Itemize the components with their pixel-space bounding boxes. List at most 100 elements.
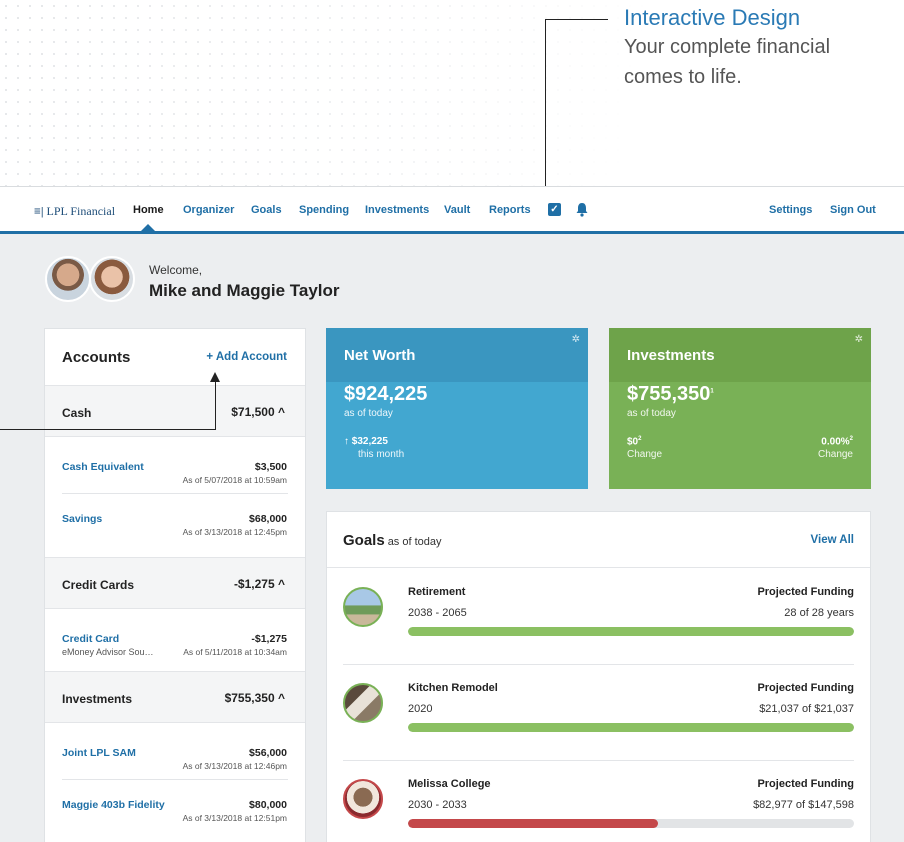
goal-years: 2038 - 2065 [408,607,467,619]
group-total: -$1,275 ^ [233,577,285,591]
nav-reports[interactable]: Reports [489,204,531,216]
goal-years: 2030 - 2033 [408,799,467,811]
gear-icon[interactable]: ✲ [855,334,863,345]
divider [62,779,288,780]
group-total: $71,500 ^ [231,405,285,419]
tile-title: Investments [627,347,715,364]
net-worth-value: $924,225 [344,383,428,405]
top-navbar: ≡| LPL Financial Home Organizer Goals Spe… [0,187,904,234]
change-amount-label: Change [627,449,663,460]
avatar [45,256,91,302]
nav-vault[interactable]: Vault [444,204,470,216]
goal-progress-bar [408,723,854,732]
account-name[interactable]: Maggie 403b Fidelity [62,799,165,811]
annotation-line [215,382,216,430]
account-date: As of 3/13/2018 at 12:51pm [182,813,287,823]
goal-item[interactable]: Retirement 2038 - 2065 Projected Funding… [327,569,870,665]
account-value: $68,000 [249,513,287,525]
net-worth-asof: as of today [344,408,393,419]
goal-progress-fill [408,723,854,732]
view-all-link[interactable]: View All [811,534,854,546]
account-item[interactable]: Savings $68,000 As of 3/13/2018 at 12:45… [45,499,305,551]
goal-image-kitchen [343,683,383,723]
feature-callout: Interactive Design Your complete financi… [624,4,904,92]
bell-icon[interactable] [575,202,589,217]
avatar [89,256,135,302]
account-value: $80,000 [249,799,287,811]
account-date: As of 5/07/2018 at 10:59am [182,475,287,485]
nav-goals[interactable]: Goals [251,204,282,216]
account-group-credit-cards[interactable]: Credit Cards -$1,275 ^ [45,557,305,609]
goal-progress-fill [408,819,658,828]
welcome-name: Mike and Maggie Taylor [149,281,340,300]
active-tab-caret [141,224,155,231]
nav-settings[interactable]: Settings [769,204,812,216]
add-account-button[interactable]: + Add Account [206,351,287,363]
account-name[interactable]: Cash Equivalent [62,461,144,473]
investments-tile[interactable]: ✲ Investments $755,3501 as of today $02 … [609,328,871,489]
nav-home[interactable]: Home [133,204,164,216]
account-name[interactable]: Credit Card [62,633,119,645]
account-name[interactable]: Savings [62,513,102,525]
goal-image-retirement [343,587,383,627]
goal-progress-bar [408,627,854,636]
goal-progress-bar [408,819,854,828]
account-source: eMoney Advisor Sou… [62,647,154,657]
group-name: Cash [62,406,92,420]
chevron-up-icon[interactable]: ^ [278,691,285,705]
goal-item[interactable]: Kitchen Remodel 2020 Projected Funding $… [327,665,870,761]
group-total: $755,350 ^ [224,691,285,705]
accounts-header: Accounts + Add Account [45,329,305,385]
chevron-up-icon[interactable]: ^ [278,577,285,591]
goal-name[interactable]: Melissa College [408,778,491,790]
checklist-icon[interactable]: ✓ [548,203,561,216]
account-item[interactable]: Joint LPL SAM $56,000 As of 3/13/2018 at… [45,733,305,785]
account-date: As of 3/13/2018 at 12:46pm [182,761,287,771]
annotation-line [545,19,608,20]
net-worth-tile[interactable]: ✲ Net Worth $924,225 as of today ↑ $32,2… [326,328,588,489]
arrow-up-icon: ↑ [344,436,349,447]
divider [62,493,288,494]
annotation-arrow-icon [210,372,220,382]
net-worth-change-label: this month [358,449,405,460]
account-item[interactable]: Credit Card eMoney Advisor Sou… -$1,275 … [45,619,305,671]
goals-panel: Goals as of today View All Retirement 203… [326,511,871,842]
account-item[interactable]: Cash Equivalent $3,500 As of 5/07/2018 a… [45,447,305,499]
nav-sign-out[interactable]: Sign Out [830,204,876,216]
goal-fund-value: $82,977 of $147,598 [753,799,854,811]
goal-name[interactable]: Kitchen Remodel [408,682,498,694]
change-percent: 0.00%2 [821,436,853,448]
account-group-investments[interactable]: Investments $755,350 ^ [45,671,305,723]
account-value: -$1,275 [251,633,287,645]
lpl-logo[interactable]: ≡| LPL Financial [34,204,115,219]
nav-organizer[interactable]: Organizer [183,204,234,216]
welcome-label: Welcome, [149,263,203,277]
callout-title: Interactive Design [624,5,801,30]
nav-investments[interactable]: Investments [365,204,429,216]
group-name: Investments [62,692,133,706]
group-name: Credit Cards [62,578,135,592]
goal-years: 2020 [408,703,433,715]
goals-title: Goals as of today [343,532,442,549]
net-worth-change: ↑ $32,225 [344,436,388,447]
goal-fund-label: Projected Funding [757,682,854,694]
callout-line-2: comes to life. [624,66,742,88]
nav-spending[interactable]: Spending [299,204,349,216]
app-window: ≡| LPL Financial Home Organizer Goals Spe… [0,186,904,842]
account-value: $56,000 [249,747,287,759]
chevron-up-icon[interactable]: ^ [278,405,285,419]
account-name[interactable]: Joint LPL SAM [62,747,136,759]
account-item[interactable]: Maggie 403b Fidelity $80,000 As of 3/13/… [45,785,305,837]
goal-fund-value: 28 of 28 years [784,607,854,619]
tile-title: Net Worth [344,347,416,364]
goals-asof: as of today [387,536,442,548]
goal-item[interactable]: Melissa College 2030 - 2033 Projected Fu… [327,761,870,842]
investments-asof: as of today [627,408,676,419]
callout-line-1: Your complete financial [624,36,831,58]
goal-fund-value: $21,037 of $21,037 [759,703,854,715]
annotation-line [0,429,215,430]
account-date: As of 3/13/2018 at 12:45pm [182,527,287,537]
goal-name[interactable]: Retirement [408,586,465,598]
change-percent-label: Change [817,449,853,460]
gear-icon[interactable]: ✲ [572,334,580,345]
